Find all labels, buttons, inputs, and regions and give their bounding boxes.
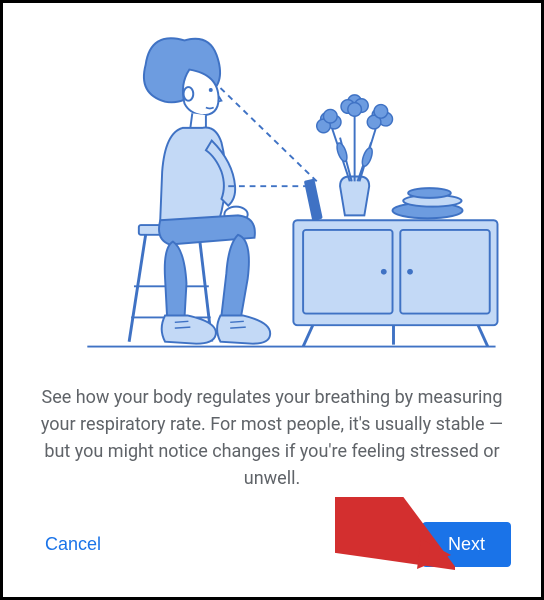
next-button[interactable]: Next: [422, 522, 511, 567]
button-row: Cancel Next: [29, 522, 515, 571]
dialog-card: See how your body regulates your breathi…: [11, 11, 533, 589]
respiratory-illustration-icon: [29, 23, 515, 364]
description-text: See how your body regulates your breathi…: [29, 384, 515, 492]
dialog-frame: See how your body regulates your breathi…: [0, 0, 544, 600]
illustration-container: [29, 23, 515, 364]
cancel-button[interactable]: Cancel: [33, 526, 113, 563]
